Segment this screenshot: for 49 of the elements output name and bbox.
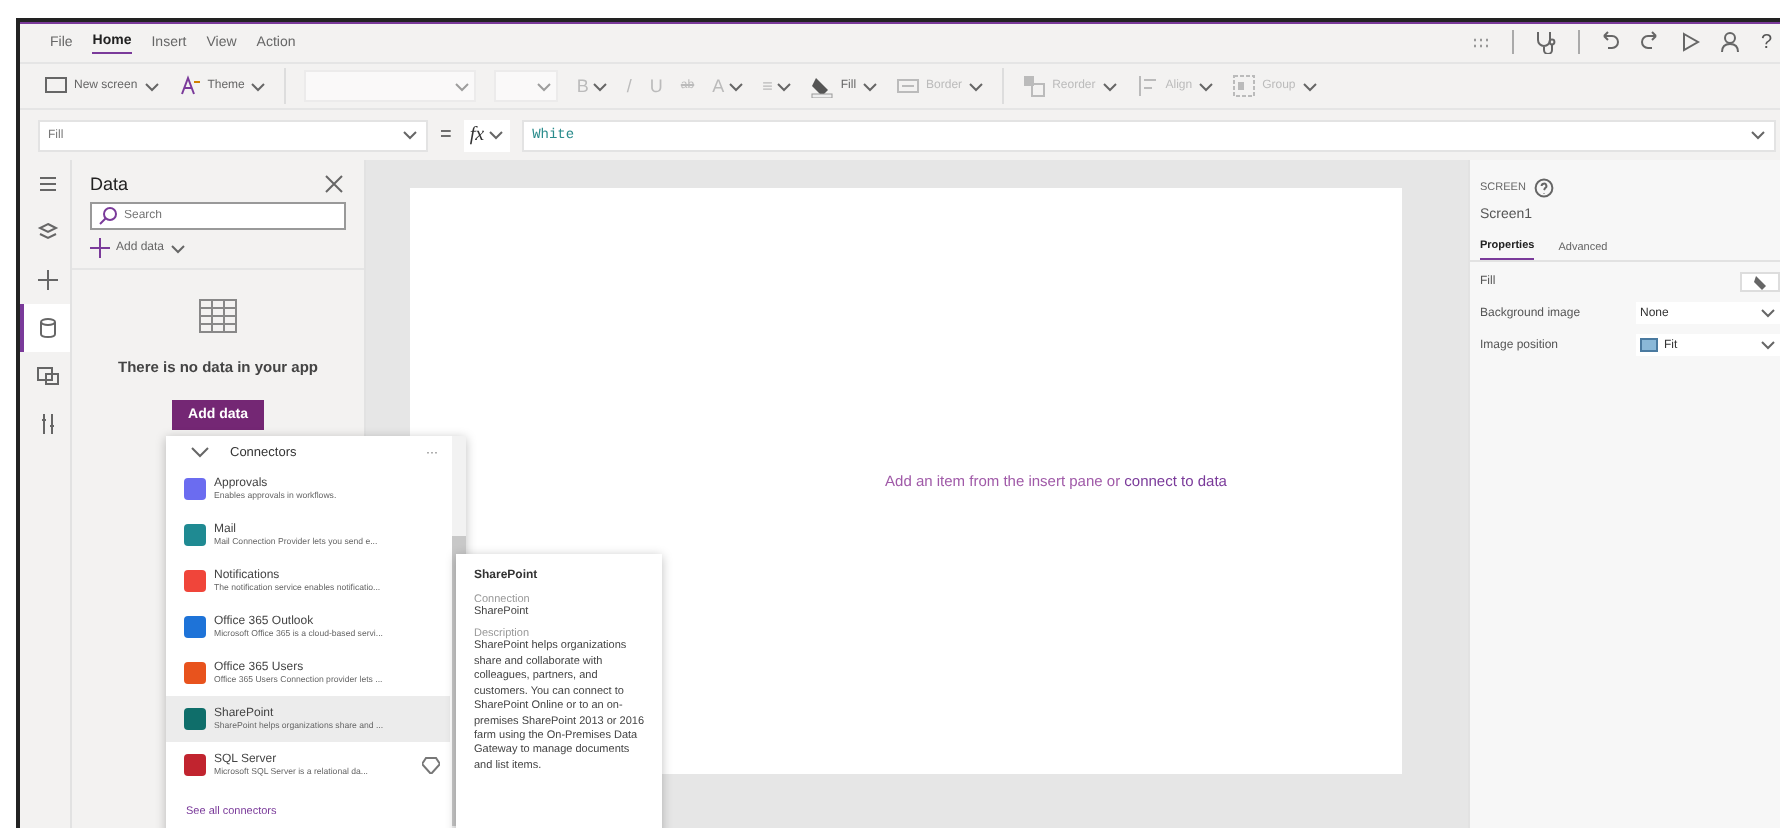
caret-icon — [250, 79, 267, 93]
caret-icon — [454, 79, 471, 93]
stethoscope-icon[interactable] — [1534, 30, 1559, 54]
plus-icon — [90, 238, 110, 258]
menu-icon — [35, 172, 59, 196]
paint-bucket-icon — [810, 74, 835, 98]
caret-icon — [143, 79, 160, 93]
function-button[interactable]: fx — [463, 119, 511, 151]
caret-icon — [776, 79, 793, 93]
help-button[interactable]: ? — [1760, 31, 1772, 53]
caret-icon — [1301, 79, 1318, 93]
user-icon[interactable] — [1720, 30, 1741, 54]
color-picker[interactable] — [1740, 272, 1780, 292]
help-icon[interactable] — [1533, 178, 1554, 198]
close-icon[interactable] — [324, 174, 344, 194]
media-icon — [35, 364, 59, 388]
equals-sign: = — [440, 124, 452, 146]
caret-icon — [1198, 79, 1215, 93]
play-icon[interactable] — [1680, 30, 1701, 54]
caret-icon — [1760, 306, 1776, 320]
caret-icon — [1760, 338, 1776, 352]
redo-icon[interactable] — [1640, 30, 1661, 54]
caret-icon — [968, 79, 985, 93]
caret-icon — [592, 79, 609, 93]
layers-icon — [35, 220, 59, 244]
paint-bucket-icon — [1752, 274, 1768, 290]
pane-title: Data — [90, 174, 129, 194]
table-icon — [198, 298, 238, 334]
plus-icon — [35, 268, 59, 292]
database-icon — [35, 316, 59, 340]
search-icon — [98, 206, 118, 226]
theme-icon — [177, 74, 202, 98]
sidebar-item[interactable] — [20, 304, 70, 352]
caret-icon — [402, 128, 418, 142]
caret-icon — [536, 79, 553, 93]
caret-icon — [1750, 128, 1766, 142]
chevron-icon[interactable] — [190, 446, 210, 460]
caret-icon — [488, 128, 505, 142]
caret-icon — [862, 79, 879, 93]
caret-icon — [1101, 79, 1118, 93]
apps-icon[interactable] — [1472, 34, 1493, 50]
caret-icon — [728, 79, 745, 93]
screen-icon — [44, 74, 68, 98]
caret-icon — [170, 241, 187, 255]
align-icon — [1135, 74, 1160, 98]
group-icon — [1232, 74, 1257, 98]
undo-icon[interactable] — [1600, 30, 1621, 54]
border-icon — [896, 74, 921, 98]
layers-icon — [1022, 74, 1047, 98]
